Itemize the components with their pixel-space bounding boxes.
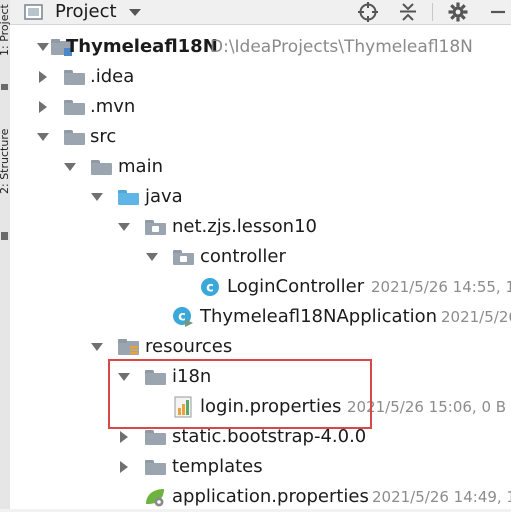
expand-arrow-icon[interactable] — [143, 242, 161, 272]
tree-row-resources[interactable]: resources — [10, 332, 511, 362]
java-class-icon: c — [199, 272, 221, 302]
tree-row-idea[interactable]: .idea — [10, 62, 511, 92]
expand-arrow-icon[interactable] — [88, 332, 106, 362]
tree-row-login-controller[interactable]: c LoginController 2021/5/26 14:55, 1 — [10, 272, 511, 302]
minimize-icon[interactable] — [486, 0, 510, 24]
resources-folder-icon — [117, 332, 139, 362]
project-toolbar: Project — [10, 0, 511, 25]
expand-arrow-icon[interactable] — [88, 182, 106, 212]
tree-item-label: i18n — [172, 366, 212, 387]
project-root-name: Thymeleafl18N — [66, 36, 218, 57]
expand-arrow-icon[interactable] — [115, 422, 133, 452]
toolbar-divider — [432, 3, 433, 21]
tree-row-mvn[interactable]: .mvn — [10, 92, 511, 122]
project-tree: Thymeleafl18N D:\IdeaProjects\Thymeleafl… — [10, 25, 511, 509]
settings-icon[interactable] — [446, 0, 470, 24]
source-folder-icon — [117, 182, 139, 212]
folder-icon — [144, 422, 166, 452]
tree-row-application-properties[interactable]: application.properties 2021/5/26 14:49, … — [10, 482, 511, 512]
structure-tool-tab[interactable]: 2: Structure — [0, 129, 10, 194]
tool-tab-icon — [1, 232, 8, 240]
project-root-path: D:\IdeaProjects\Thymeleafl18N — [210, 37, 473, 57]
tree-item-label: application.properties — [172, 486, 369, 507]
file-meta: 2021/5/26 14:55, 1 — [371, 278, 511, 296]
properties-file-icon — [172, 392, 194, 422]
tree-item-label: .mvn — [90, 96, 136, 117]
spring-boot-class-icon: c — [172, 302, 194, 332]
tree-row-templates[interactable]: templates — [10, 452, 511, 482]
folder-icon — [144, 362, 166, 392]
tree-row-main[interactable]: main — [10, 152, 511, 182]
svg-text:c: c — [206, 281, 214, 296]
crosshair-icon[interactable] — [356, 0, 380, 24]
svg-text:c: c — [178, 310, 186, 325]
collapse-all-icon[interactable] — [396, 0, 420, 24]
tree-row-controller[interactable]: controller — [10, 242, 511, 272]
expand-arrow-icon[interactable] — [34, 92, 52, 122]
project-view-title[interactable]: Project — [55, 0, 117, 24]
package-icon — [172, 242, 194, 272]
tree-row-package[interactable]: net.zjs.lesson10 — [10, 212, 511, 242]
folder-icon — [63, 122, 85, 152]
expand-arrow-icon[interactable] — [115, 212, 133, 242]
tree-item-label: src — [90, 126, 117, 147]
tree-item-label: LoginController — [227, 276, 365, 297]
spring-properties-icon — [144, 482, 166, 512]
tree-row-login-properties[interactable]: login.properties 2021/5/26 15:06, 0 B — [10, 392, 511, 422]
expand-arrow-icon[interactable] — [115, 362, 133, 392]
file-meta: 2021/5/26 — [441, 308, 511, 326]
expand-arrow-icon[interactable] — [115, 452, 133, 482]
tree-item-label: resources — [145, 336, 233, 357]
project-tool-tab[interactable]: 1: Project — [0, 4, 10, 56]
tree-row-static-bootstrap[interactable]: static.bootstrap-4.0.0 — [10, 422, 511, 452]
folder-icon — [63, 92, 85, 122]
folder-icon — [90, 152, 112, 182]
package-icon — [144, 212, 166, 242]
expand-arrow-icon[interactable] — [34, 122, 52, 152]
tree-item-label: static.bootstrap-4.0.0 — [172, 426, 367, 447]
tree-row-application-class[interactable]: c Thymeleafl18NApplication 2021/5/26 — [10, 302, 511, 332]
file-meta: 2021/5/26 14:49, 1 — [372, 488, 511, 506]
tree-item-label: main — [118, 156, 163, 177]
tree-item-label: templates — [172, 456, 263, 477]
tree-item-label: java — [145, 186, 183, 207]
project-window-icon — [24, 3, 44, 21]
tree-item-label: controller — [200, 246, 286, 267]
tree-row-i18n[interactable]: i18n — [10, 362, 511, 392]
expand-arrow-icon[interactable] — [34, 62, 52, 92]
tree-row-src[interactable]: src — [10, 122, 511, 152]
tool-tab-icon — [1, 84, 8, 90]
tree-item-label: net.zjs.lesson10 — [172, 216, 317, 237]
expand-arrow-icon[interactable] — [61, 152, 79, 182]
tree-item-label: Thymeleafl18NApplication — [200, 306, 438, 327]
tree-item-label: .idea — [90, 66, 135, 87]
file-meta: 2021/5/26 15:06, 0 B — [347, 398, 507, 416]
tree-item-label: login.properties — [200, 396, 342, 417]
view-dropdown-icon[interactable] — [124, 0, 146, 24]
folder-icon — [63, 62, 85, 92]
folder-icon — [144, 452, 166, 482]
tree-row-root[interactable]: Thymeleafl18N D:\IdeaProjects\Thymeleafl… — [10, 32, 511, 62]
tree-row-java[interactable]: java — [10, 182, 511, 212]
